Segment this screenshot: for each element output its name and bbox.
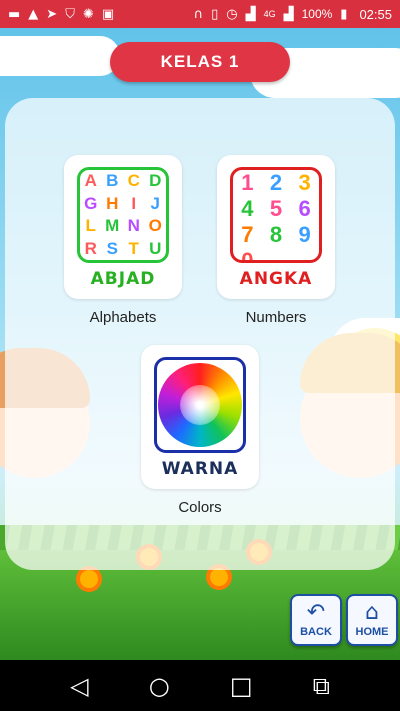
- menu-caption: Colors: [178, 499, 222, 516]
- letter-block: H: [106, 193, 119, 213]
- digit-grid: 123 456 789 0: [233, 170, 319, 260]
- menu-card[interactable]: 123 456 789 0 ANGKA: [217, 155, 335, 299]
- digit-balloon: 2: [269, 170, 283, 195]
- headset-icon: ∩: [193, 6, 204, 22]
- home-button[interactable]: ⌂ HOME: [346, 594, 398, 646]
- shield-icon: ⛉: [65, 6, 75, 22]
- letter-block: L: [85, 216, 96, 236]
- letter-block: I: [131, 193, 137, 213]
- aperture-icon: ✺: [82, 6, 94, 22]
- recents-square-icon[interactable]: □: [230, 674, 253, 698]
- network-label: 4G: [263, 9, 276, 19]
- letter-block: G: [84, 193, 98, 213]
- page-title: KELAS 1: [110, 42, 290, 82]
- letter-block: D: [149, 171, 162, 191]
- digit-balloon: 9: [298, 222, 311, 247]
- system-navigation-bar: ◁ ○ □ ⧉: [0, 660, 400, 711]
- back-triangle-icon[interactable]: ◁: [70, 674, 88, 698]
- warning-icon: ▲: [28, 6, 39, 22]
- letter-block: A: [84, 171, 97, 191]
- letter-block: B: [106, 171, 119, 191]
- menu-item-colors[interactable]: WARNA Colors: [141, 345, 259, 516]
- menu-card[interactable]: WARNA: [141, 345, 259, 489]
- letter-block: S: [106, 238, 118, 258]
- screenshot-icon[interactable]: ⧉: [313, 674, 330, 698]
- flower: [210, 568, 228, 586]
- battery-icon: ▮: [340, 6, 348, 22]
- menu-caption: Numbers: [245, 309, 307, 326]
- battery-percent: 100%: [301, 7, 333, 21]
- back-label: BACK: [300, 626, 332, 638]
- letter-block: T: [128, 238, 139, 258]
- cloud: [0, 36, 120, 76]
- clock: 02:55: [359, 6, 392, 22]
- letter-block: C: [127, 171, 140, 191]
- menu-word: ANGKA: [239, 269, 313, 289]
- digit-balloon: 7: [241, 222, 254, 247]
- signal-4g-icon: ▟: [245, 6, 256, 22]
- signal-icon: ▟: [283, 6, 294, 22]
- letter-block: R: [84, 238, 97, 258]
- menu-item-alphabets[interactable]: ABCD GHIJ LMNO RSTU ABJAD Alphabets: [64, 155, 182, 326]
- digit-balloon: 4: [241, 196, 254, 221]
- letter-block: U: [149, 238, 162, 258]
- back-button[interactable]: ↶ BACK: [290, 594, 342, 646]
- menu-card[interactable]: ABCD GHIJ LMNO RSTU ABJAD: [64, 155, 182, 299]
- color-wheel-image: [154, 357, 246, 453]
- menu-item-numbers[interactable]: 123 456 789 0 ANGKA Numbers: [217, 155, 335, 326]
- digit-balloon: 3: [298, 170, 311, 195]
- letter-block: O: [148, 216, 162, 236]
- letter-block: J: [150, 193, 160, 213]
- app-icon: ▣: [101, 6, 115, 22]
- menu-word: ABJAD: [90, 269, 156, 289]
- digit-balloon: 1: [241, 170, 254, 195]
- letter-grid: ABCD GHIJ LMNO RSTU: [80, 170, 166, 260]
- color-wheel: [158, 363, 242, 447]
- notification-icon: ▬: [8, 6, 21, 22]
- telegram-icon: ➤: [46, 6, 58, 22]
- digit-balloon: 5: [269, 196, 283, 221]
- digit-balloon: 8: [269, 222, 283, 247]
- back-arrow-icon: ↶: [306, 600, 326, 625]
- letter-block: N: [127, 216, 140, 236]
- home-icon: ⌂: [365, 600, 379, 625]
- menu-word: WARNA: [161, 459, 239, 479]
- status-bar: ▬ ▲ ➤ ⛉ ✺ ▣ ∩ ▯ ◷ ▟ 4G ▟ 100% ▮ 02:55: [0, 0, 400, 28]
- alphabet-blocks-image: ABCD GHIJ LMNO RSTU: [77, 167, 169, 263]
- home-label: HOME: [355, 626, 389, 638]
- digit-balloon: 6: [298, 196, 311, 221]
- digit-balloon: 0: [241, 248, 254, 263]
- number-balloons-image: 123 456 789 0: [230, 167, 322, 263]
- alarm-icon: ◷: [226, 6, 238, 22]
- menu-caption: Alphabets: [89, 309, 157, 326]
- home-circle-icon[interactable]: ○: [149, 674, 170, 698]
- letter-block: M: [105, 216, 120, 236]
- vibrate-icon: ▯: [211, 6, 219, 22]
- flower: [80, 570, 98, 588]
